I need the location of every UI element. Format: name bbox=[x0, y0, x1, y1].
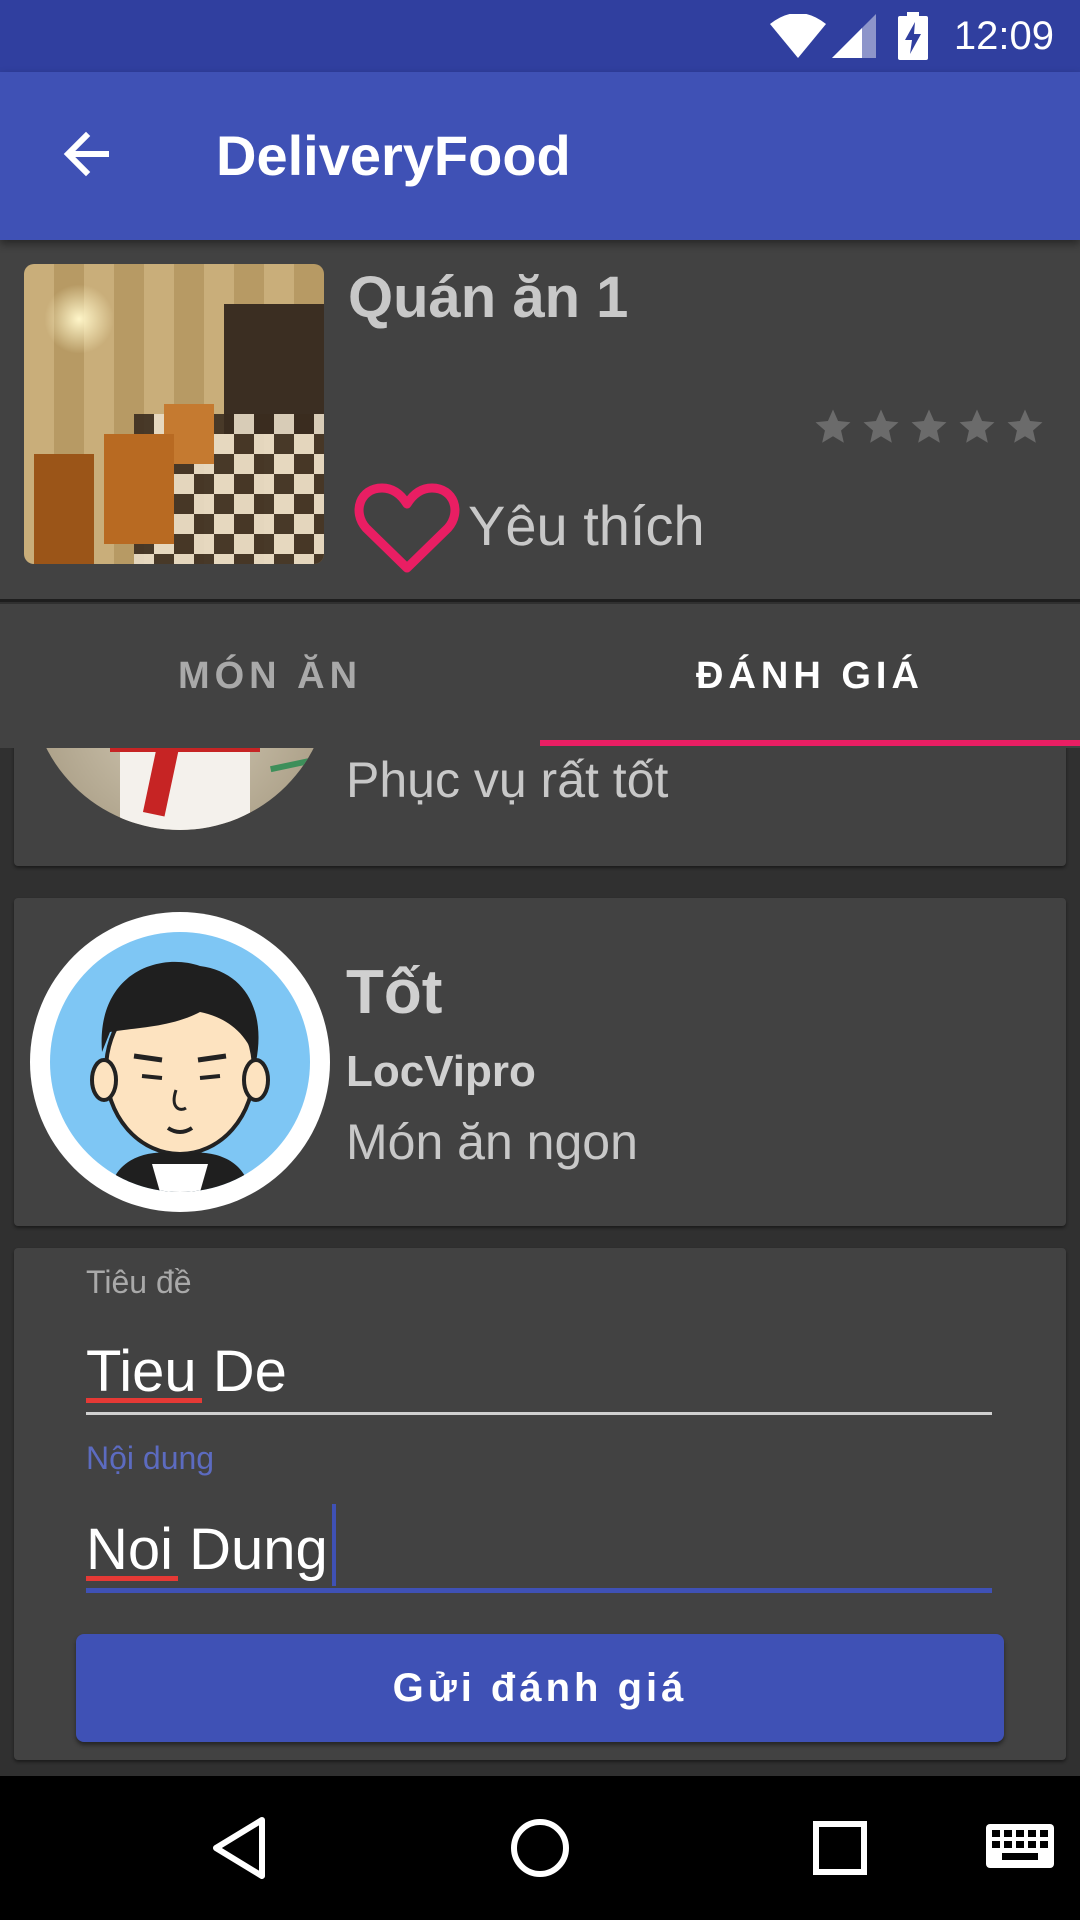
home-circle-icon[interactable] bbox=[504, 1812, 576, 1884]
review-card: Tốt LocVipro Món ăn ngon bbox=[14, 898, 1066, 1226]
spellcheck-underline bbox=[86, 1398, 202, 1403]
battery-charging-icon bbox=[898, 12, 928, 60]
spellcheck-underline bbox=[86, 1576, 178, 1581]
content-field-underline bbox=[86, 1588, 992, 1593]
keyboard-icon[interactable] bbox=[984, 1822, 1056, 1874]
text-caret bbox=[332, 1504, 336, 1586]
back-triangle-icon[interactable] bbox=[204, 1812, 276, 1884]
avatar bbox=[30, 912, 330, 1212]
restaurant-name: Quán ăn 1 bbox=[348, 265, 629, 330]
review-title: Tốt bbox=[346, 958, 443, 1027]
restaurant-header: Quán ăn 1 Yêu thích bbox=[0, 240, 1080, 602]
review-form: Tiêu đề Nội dung Gửi đánh giá bbox=[14, 1248, 1066, 1760]
cartoon-avatar-icon bbox=[90, 961, 270, 1192]
tab-bar: MÓN ĂN ĐÁNH GIÁ bbox=[0, 604, 1080, 748]
navigation-bar bbox=[0, 1776, 1080, 1920]
tab-reviews[interactable]: ĐÁNH GIÁ bbox=[540, 604, 1080, 748]
app-title: DeliveryFood bbox=[216, 124, 571, 187]
title-field-underline bbox=[86, 1412, 992, 1415]
star-icon[interactable] bbox=[1004, 406, 1046, 448]
star-icon[interactable] bbox=[860, 406, 902, 448]
tab-dishes[interactable]: MÓN ĂN bbox=[0, 604, 540, 748]
wifi-icon bbox=[770, 14, 826, 58]
app-bar: DeliveryFood bbox=[0, 72, 1080, 240]
content-field[interactable] bbox=[86, 1510, 992, 1590]
status-bar: 12:09 bbox=[0, 0, 1080, 72]
submit-review-button[interactable]: Gửi đánh giá bbox=[76, 1634, 1004, 1742]
signal-icon bbox=[832, 14, 876, 58]
review-content: Món ăn ngon bbox=[346, 1114, 638, 1170]
star-icon[interactable] bbox=[908, 406, 950, 448]
heart-outline-icon[interactable] bbox=[354, 480, 460, 576]
status-time: 12:09 bbox=[953, 14, 1054, 58]
tab-indicator bbox=[540, 740, 1080, 746]
review-content: Phục vụ rất tốt bbox=[346, 752, 669, 808]
favorite-label[interactable]: Yêu thích bbox=[468, 494, 705, 558]
title-field[interactable] bbox=[86, 1332, 992, 1412]
recents-square-icon[interactable] bbox=[804, 1812, 876, 1884]
review-author: LocVipro bbox=[346, 1047, 536, 1096]
arrow-back-icon[interactable] bbox=[56, 124, 116, 184]
restaurant-photo bbox=[24, 264, 324, 564]
star-icon[interactable] bbox=[812, 406, 854, 448]
title-field-label: Tiêu đề bbox=[86, 1264, 192, 1300]
rating-bar[interactable] bbox=[812, 406, 1046, 448]
star-icon[interactable] bbox=[956, 406, 998, 448]
content-field-label: Nội dung bbox=[86, 1440, 215, 1476]
